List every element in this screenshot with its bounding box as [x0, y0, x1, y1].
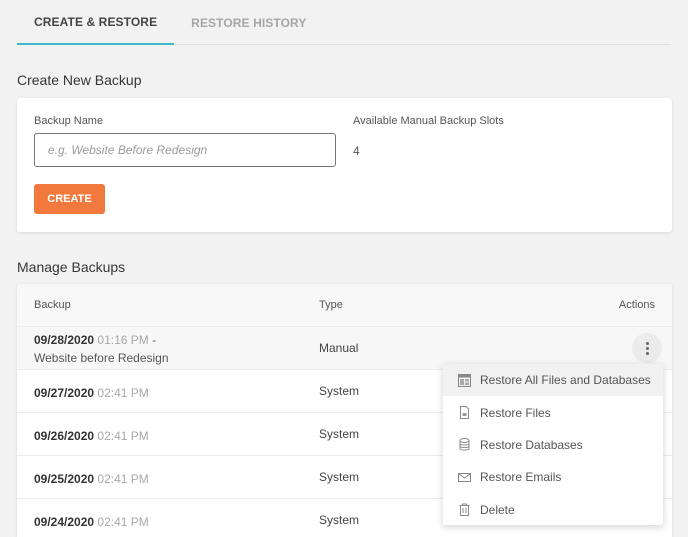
column-type: Type	[319, 299, 343, 311]
envelope-icon	[458, 472, 471, 482]
backup-time: 02:41 PM	[97, 472, 149, 486]
backup-date: 09/27/2020	[34, 386, 95, 400]
create-backup-card: Backup Name Available Manual Backup Slot…	[17, 98, 672, 232]
menu-item-label: Restore Databases	[480, 437, 583, 452]
trash-icon	[459, 503, 470, 517]
tab-create-restore[interactable]: CREATE & RESTORE	[17, 0, 175, 45]
backup-cell: 09/26/2020 02:41 PM	[34, 427, 149, 445]
backup-type: Manual	[319, 341, 359, 355]
menu-item-label: Restore Emails	[480, 470, 562, 485]
backup-date: 09/28/2020	[34, 333, 95, 347]
menu-item-restore-all[interactable]: Restore All Files and Databases	[443, 364, 663, 397]
backup-cell: 09/28/2020 01:16 PM - Website before Red…	[34, 331, 169, 367]
backup-type: System	[319, 427, 360, 441]
backup-time: 02:41 PM	[97, 386, 149, 400]
slots-label: Available Manual Backup Slots	[353, 115, 504, 127]
backup-time: 02:41 PM	[97, 429, 149, 443]
backup-type: System	[319, 470, 360, 484]
backup-date: 09/26/2020	[34, 429, 95, 443]
backup-cell: 09/24/2020 02:41 PM	[34, 513, 149, 531]
backup-cell: 09/25/2020 02:41 PM	[34, 470, 149, 488]
menu-item-label: Delete	[480, 502, 515, 517]
database-icon	[459, 438, 470, 451]
kebab-dot	[645, 346, 649, 350]
backup-name-label: Backup Name	[34, 115, 104, 127]
table-header: Backup Type Actions	[17, 284, 672, 327]
backup-date: 09/24/2020	[34, 515, 95, 529]
column-backup: Backup	[34, 299, 71, 311]
more-actions-button[interactable]	[632, 333, 662, 363]
kebab-dot	[645, 341, 649, 345]
tab-restore-history[interactable]: RESTORE HISTORY	[174, 0, 323, 45]
backup-type: System	[319, 513, 360, 527]
menu-item-restore-emails[interactable]: Restore Emails	[443, 461, 663, 493]
backup-time: 02:41 PM	[97, 515, 149, 529]
menu-item-restore-databases[interactable]: Restore Databases	[443, 429, 663, 461]
kebab-dot	[645, 351, 649, 355]
menu-item-label: Restore Files	[480, 405, 551, 420]
create-backup-title: Create New Backup	[17, 72, 142, 88]
backup-description: Website before Redesign	[34, 351, 169, 365]
slots-value: 4	[353, 144, 360, 158]
column-actions: Actions	[618, 299, 655, 311]
menu-item-label: Restore All Files and Databases	[480, 373, 651, 388]
restore-all-icon	[458, 373, 471, 387]
backup-date: 09/25/2020	[34, 472, 95, 486]
tab-bar: CREATE & RESTORE RESTORE HISTORY	[17, 0, 671, 45]
backup-time: 01:16 PM	[97, 333, 149, 347]
manage-backups-title: Manage Backups	[17, 259, 126, 275]
create-button[interactable]: CREATE	[34, 184, 105, 214]
menu-item-restore-files[interactable]: Restore Files	[443, 396, 663, 428]
file-icon	[460, 406, 469, 420]
actions-menu: Restore All Files and Databases Restore …	[443, 364, 663, 525]
backup-name-input[interactable]	[34, 133, 336, 167]
backup-type: System	[319, 384, 360, 398]
backup-cell: 09/27/2020 02:41 PM	[34, 384, 149, 402]
menu-item-delete[interactable]: Delete	[443, 494, 663, 526]
separator: -	[148, 333, 157, 347]
